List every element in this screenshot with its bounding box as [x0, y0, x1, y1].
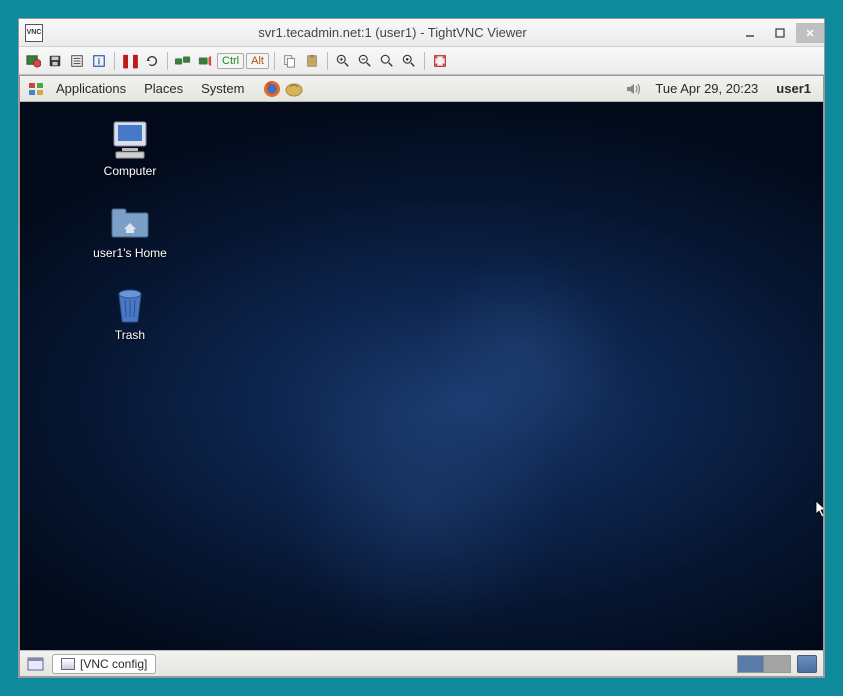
ctrl-key-button[interactable]: Ctrl: [217, 53, 244, 69]
refresh-icon[interactable]: [142, 51, 162, 71]
home-label: user1's Home: [93, 246, 167, 260]
svg-text:i: i: [98, 56, 100, 66]
zoom-100-icon[interactable]: [377, 51, 397, 71]
main-menu-icon[interactable]: [26, 79, 46, 99]
zoom-in-icon[interactable]: [333, 51, 353, 71]
zoom-out-icon[interactable]: [355, 51, 375, 71]
workspace-switcher[interactable]: [737, 655, 791, 673]
trash-desktop-icon[interactable]: Trash: [80, 284, 180, 342]
window-maximize-button[interactable]: [766, 23, 794, 43]
task-label: [VNC config]: [80, 657, 147, 671]
desktop-area[interactable]: Computer user1's Home Trash: [20, 102, 823, 650]
paste-icon[interactable]: [302, 51, 322, 71]
gnome-top-panel: Applications Places System Tue Apr 29, 2…: [20, 76, 823, 102]
window-titlebar[interactable]: VNC svr1.tecadmin.net:1 (user1) - TightV…: [19, 19, 824, 47]
home-desktop-icon[interactable]: user1's Home: [80, 202, 180, 260]
window-title: svr1.tecadmin.net:1 (user1) - TightVNC V…: [49, 25, 736, 40]
vnc-toolbar: i ❚❚ Ctrl Alt: [19, 47, 824, 75]
home-folder-icon: [107, 202, 153, 242]
toolbar-separator: [167, 52, 168, 70]
pause-icon[interactable]: ❚❚: [120, 51, 140, 71]
info-icon[interactable]: i: [89, 51, 109, 71]
show-desktop-left-icon[interactable]: [26, 654, 46, 674]
show-desktop-button[interactable]: [797, 655, 817, 673]
vnc-app-icon: VNC: [25, 24, 43, 42]
options-icon[interactable]: [67, 51, 87, 71]
copy-icon[interactable]: [280, 51, 300, 71]
remote-desktop-view: Applications Places System Tue Apr 29, 2…: [19, 75, 824, 677]
window-mini-icon: [61, 658, 75, 670]
send-keys-icon[interactable]: [195, 51, 215, 71]
save-icon[interactable]: [45, 51, 65, 71]
toolbar-separator: [114, 52, 115, 70]
user-menu[interactable]: user1: [770, 81, 817, 96]
fullscreen-icon[interactable]: [430, 51, 450, 71]
window-minimize-button[interactable]: [736, 23, 764, 43]
trash-icon: [107, 284, 153, 324]
zoom-auto-icon[interactable]: [399, 51, 419, 71]
vnc-config-task-button[interactable]: [VNC config]: [52, 654, 156, 674]
toolbar-separator: [327, 52, 328, 70]
help-launcher-icon[interactable]: [284, 79, 304, 99]
ctrl-alt-del-icon[interactable]: [173, 51, 193, 71]
gnome-bottom-panel: [VNC config]: [20, 650, 823, 676]
firefox-launcher-icon[interactable]: [262, 79, 282, 99]
window-close-button[interactable]: [796, 23, 824, 43]
computer-label: Computer: [104, 164, 157, 178]
places-menu[interactable]: Places: [136, 79, 191, 98]
workspace-2[interactable]: [764, 656, 790, 672]
clock[interactable]: Tue Apr 29, 20:23: [645, 81, 768, 96]
toolbar-separator: [424, 52, 425, 70]
new-connection-icon[interactable]: [23, 51, 43, 71]
trash-label: Trash: [115, 328, 145, 342]
volume-icon[interactable]: [623, 79, 643, 99]
computer-desktop-icon[interactable]: Computer: [80, 120, 180, 178]
toolbar-separator: [274, 52, 275, 70]
applications-menu[interactable]: Applications: [48, 79, 134, 98]
mouse-cursor-icon: [815, 500, 823, 523]
workspace-1[interactable]: [738, 656, 764, 672]
alt-key-button[interactable]: Alt: [246, 53, 269, 69]
tightvnc-viewer-window: VNC svr1.tecadmin.net:1 (user1) - TightV…: [18, 18, 825, 678]
system-menu[interactable]: System: [193, 79, 252, 98]
computer-icon: [107, 120, 153, 160]
